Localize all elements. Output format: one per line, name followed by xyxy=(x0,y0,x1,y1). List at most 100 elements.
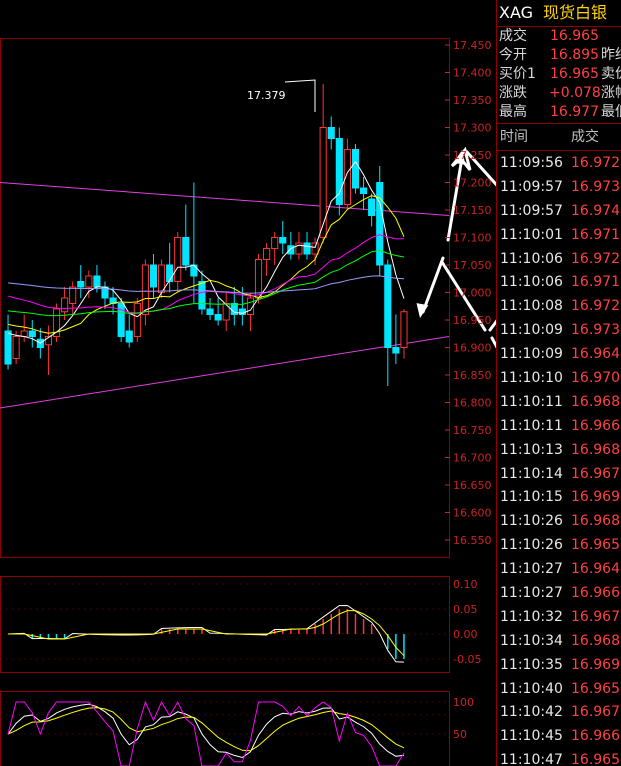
quote-value: +0.078 xyxy=(549,85,601,101)
tick-price: 16.970 xyxy=(571,370,620,387)
kdj-axis-label: 100 xyxy=(453,696,474,709)
candle-body xyxy=(28,330,36,337)
tick-time: 11:09:57 xyxy=(500,202,563,219)
kdj-axis-label: 50 xyxy=(453,728,467,741)
quote-value: 16.895 xyxy=(550,47,599,63)
macd-pane-frame xyxy=(0,576,450,673)
tick-time: 11:10:11 xyxy=(500,393,563,410)
tick-time: 11:09:57 xyxy=(500,178,563,195)
quote-value: 16.965 xyxy=(550,28,599,44)
tick-price: 16.966 xyxy=(571,585,620,602)
candle-body xyxy=(327,127,335,139)
tick-time: 11:10:06 xyxy=(500,274,563,291)
macd-dea-line xyxy=(8,610,405,657)
quote-row: 今开 16.895昨结 xyxy=(497,46,621,65)
price-axis-label: 16.900 xyxy=(453,342,492,355)
price-axis-label: 16.600 xyxy=(453,507,492,520)
candle-body xyxy=(125,330,133,343)
tick-row: 11:10:10 16.970 xyxy=(497,366,621,390)
kdj-k-line xyxy=(7,703,405,759)
candle-body xyxy=(376,182,384,266)
tick-time: 11:10:09 xyxy=(500,346,563,363)
quote-label: 今开 xyxy=(499,47,527,63)
quote-label: 买价1 xyxy=(499,66,536,82)
candle-body xyxy=(206,308,214,315)
tick-price: 16.969 xyxy=(571,489,620,506)
tick-time: 11:10:10 xyxy=(500,370,563,387)
tick-row: 11:10:09 16.964 xyxy=(497,342,621,366)
quote-label: 成交 xyxy=(499,28,527,44)
price-axis-label: 17.150 xyxy=(453,204,492,217)
price-axis-label: 16.800 xyxy=(453,397,492,410)
quote-summary: 成交16.965今开16.895昨结买价116.965卖价涨跌+0.078涨幅最… xyxy=(497,27,621,124)
tick-row: 11:10:47 16.965 xyxy=(497,748,621,766)
tick-price: 16.966 xyxy=(571,728,620,745)
candle-body xyxy=(77,281,85,288)
tick-price: 16.965 xyxy=(571,752,620,766)
ticks-time-header: 时间 xyxy=(500,129,528,145)
tick-time: 11:10:27 xyxy=(500,585,563,602)
price-chart[interactable]: 17.450 17.400 17.350 17.300 17.250 17.200 17.1… xyxy=(0,0,496,766)
tick-time: 11:10:26 xyxy=(500,513,563,530)
candle-body xyxy=(311,242,319,255)
tick-time: 11:10:01 xyxy=(500,226,563,243)
candle-body xyxy=(93,275,101,288)
tick-row: 11:10:27 16.966 xyxy=(497,581,621,605)
tick-time: 11:10:13 xyxy=(500,441,563,458)
candle-body xyxy=(271,237,279,249)
price-axis-label: 17.450 xyxy=(453,39,492,52)
price-axis-label: 17.250 xyxy=(453,149,492,162)
candle-body xyxy=(174,237,182,282)
candle-body xyxy=(287,245,295,255)
tick-time: 11:10:11 xyxy=(500,417,563,434)
macd-axis-label: 0.05 xyxy=(453,603,478,616)
tick-price: 16.967 xyxy=(571,465,620,482)
macd-axis-label: 0.00 xyxy=(453,628,478,641)
candle-body xyxy=(319,127,327,238)
candle-body xyxy=(85,275,93,288)
price-axis-label: 16.550 xyxy=(453,534,492,547)
quote-value: 16.965 xyxy=(550,66,599,82)
candle-body xyxy=(400,311,408,348)
price-axis-label: 17.300 xyxy=(453,122,492,135)
tick-row: 11:10:42 16.967 xyxy=(497,700,621,724)
tick-time: 11:09:56 xyxy=(500,155,563,171)
candle-body xyxy=(392,347,400,354)
tick-price: 16.967 xyxy=(571,608,620,625)
price-axis-label: 16.750 xyxy=(453,424,492,437)
candle-body xyxy=(149,264,158,288)
candle-body xyxy=(166,264,174,282)
annotation-arrowhead xyxy=(416,303,429,318)
tick-price: 16.973 xyxy=(571,178,620,195)
tick-time: 11:10:47 xyxy=(500,752,563,766)
tick-price: 16.968 xyxy=(571,513,620,530)
quote-panel: XAG现货白银 成交16.965今开16.895昨结买价116.965卖价涨跌+… xyxy=(496,0,621,766)
tick-price: 16.967 xyxy=(571,704,620,721)
candle-body xyxy=(4,330,12,365)
price-axis-label: 17.000 xyxy=(453,287,492,300)
tick-price: 16.965 xyxy=(571,680,620,697)
quote-row: 涨跌 +0.078涨幅 xyxy=(497,84,621,103)
tick-row: 11:10:45 16.966 xyxy=(497,724,621,748)
tick-price: 16.965 xyxy=(571,537,620,554)
tick-time: 11:10:34 xyxy=(500,632,563,649)
price-axis-label: 16.700 xyxy=(453,452,492,465)
tick-price: 16.972 xyxy=(571,155,620,171)
candle-body xyxy=(359,187,368,194)
candle-body xyxy=(335,138,343,205)
candle-body xyxy=(351,149,360,189)
price-axis-label: 17.350 xyxy=(453,94,492,107)
tick-list[interactable]: 11:09:56 16.972 11:09:57 16.973 11:09:57 16.9… xyxy=(497,151,621,766)
tick-price: 16.966 xyxy=(571,417,620,434)
tick-price: 16.968 xyxy=(571,441,620,458)
tick-time: 11:10:26 xyxy=(500,537,563,554)
candle-body xyxy=(12,336,20,359)
tick-time: 11:10:06 xyxy=(500,250,563,267)
annotation-arrow xyxy=(421,256,445,314)
tick-time: 11:10:14 xyxy=(500,465,563,482)
symbol-header: XAG 现货白银 xyxy=(497,0,621,27)
candle-body xyxy=(279,237,287,244)
candle-body xyxy=(368,198,376,216)
tick-row: 11:10:40 16.965 xyxy=(497,677,621,701)
candle-body xyxy=(157,264,166,293)
